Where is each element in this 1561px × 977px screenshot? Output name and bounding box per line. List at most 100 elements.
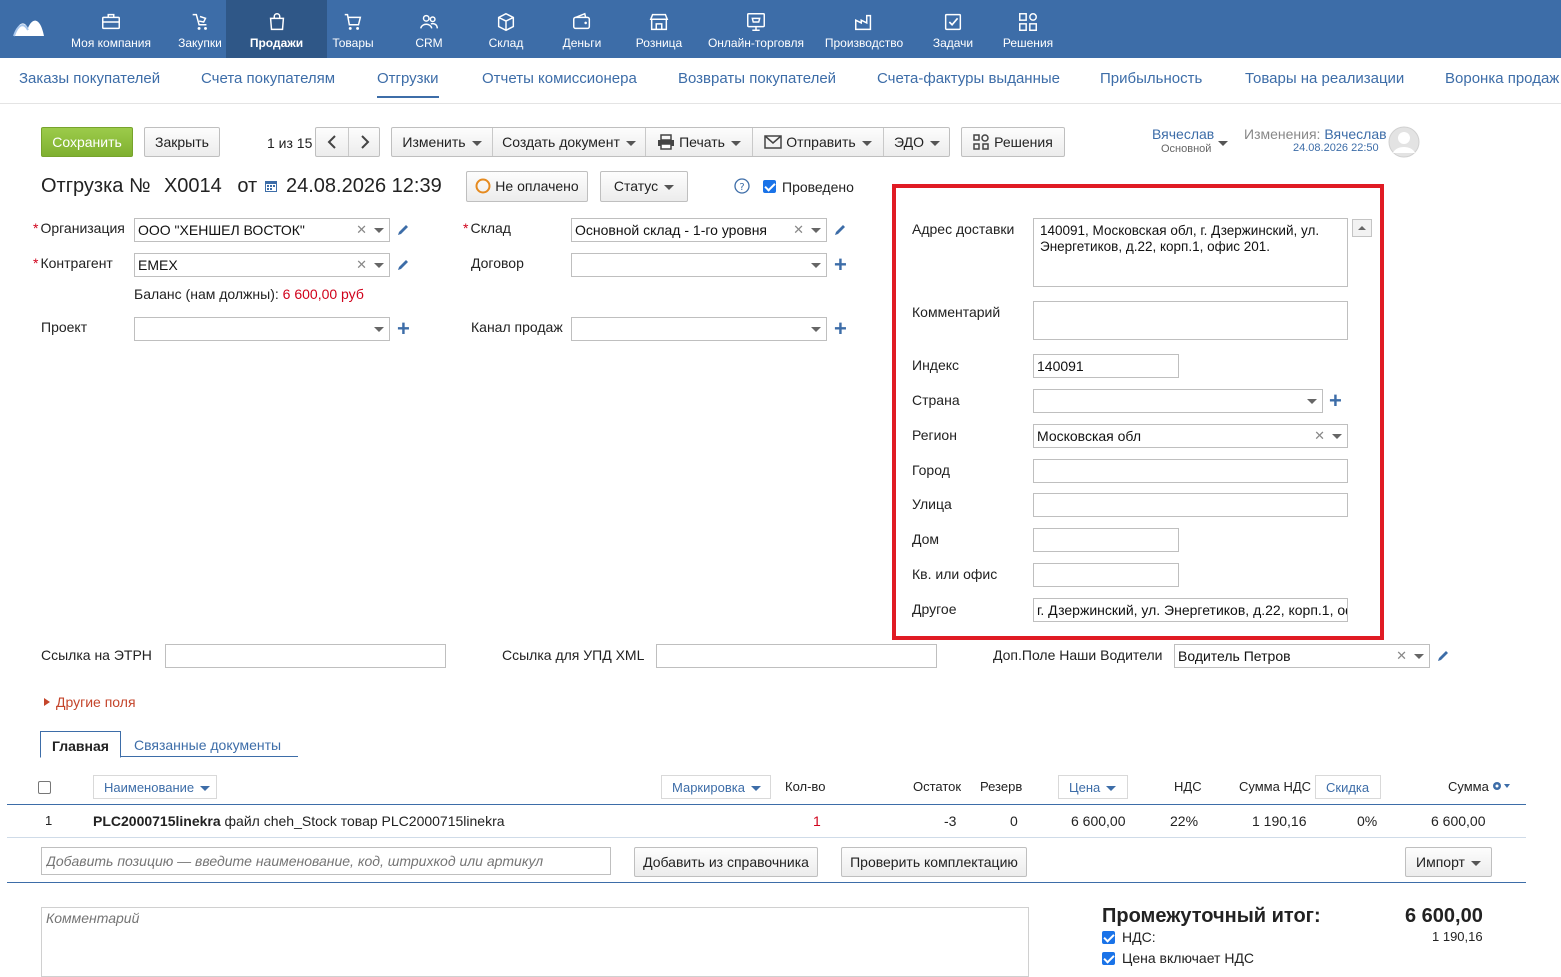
subnav-item-3[interactable]: Отгрузки	[377, 70, 439, 98]
nav-item-6[interactable]: Склад	[486, 0, 526, 58]
nav-item-12[interactable]: Решения	[1001, 0, 1055, 58]
send-button[interactable]: Отправить	[753, 128, 883, 156]
delivery-address-textarea[interactable]: 140091, Московская обл, г. Дзержинский, …	[1033, 218, 1348, 287]
column-name-header[interactable]: Наименование	[93, 775, 217, 799]
next-button[interactable]	[349, 128, 380, 156]
dropdown-icon[interactable]	[811, 327, 821, 332]
city-input[interactable]	[1033, 459, 1348, 483]
street-input[interactable]	[1033, 493, 1348, 517]
row-qty[interactable]: 1	[813, 813, 821, 829]
subnav-item-5[interactable]: Возвраты покупателей	[678, 70, 836, 87]
vat-checkbox[interactable]	[1102, 931, 1115, 944]
row-product-name[interactable]: PLC2000715linekra файл cheh_Stock товар …	[93, 813, 505, 829]
contract-select[interactable]	[571, 253, 827, 277]
project-select[interactable]	[134, 317, 390, 341]
doc-date[interactable]: 24.08.2026 12:39	[286, 175, 442, 198]
dropdown-icon[interactable]	[374, 228, 384, 233]
subnav-item-2[interactable]: Счета покупателям	[201, 70, 335, 87]
add-project-icon[interactable]: +	[397, 318, 410, 340]
nav-item-10[interactable]: Производство	[822, 0, 906, 58]
add-sales-channel-icon[interactable]: +	[834, 318, 847, 340]
clear-icon[interactable]: ✕	[1314, 425, 1325, 447]
warehouse-select[interactable]: Основной склад - 1-го уровня ✕	[571, 218, 827, 242]
create-document-button[interactable]: Создать документ	[493, 128, 645, 156]
dropdown-icon[interactable]	[1332, 434, 1342, 439]
pencil-icon[interactable]	[1436, 649, 1450, 663]
price-includes-vat-checkbox[interactable]	[1102, 952, 1115, 965]
subnav-item-1[interactable]: Заказы покупателей	[19, 70, 160, 87]
check-bundle-button[interactable]: Проверить комплектацию	[841, 847, 1027, 877]
nav-item-2[interactable]: Закупки	[176, 0, 224, 58]
row-vat[interactable]: 22%	[1170, 813, 1198, 829]
nav-item-4[interactable]: Товары	[330, 0, 376, 58]
subnav-item-7[interactable]: Прибыльность	[1100, 70, 1202, 87]
chevron-down-icon[interactable]	[1218, 141, 1228, 146]
doc-number[interactable]: X0014	[164, 175, 222, 197]
prev-button[interactable]	[316, 128, 348, 156]
status-button[interactable]: Статус	[600, 171, 688, 202]
subnav-item-4[interactable]: Отчеты комиссионера	[482, 70, 637, 87]
index-input[interactable]: 140091	[1033, 354, 1179, 378]
etrn-input[interactable]	[165, 644, 446, 668]
subnav-item-9[interactable]: Воронка продаж	[1445, 70, 1559, 87]
add-country-icon[interactable]: +	[1329, 390, 1342, 412]
column-discount-header[interactable]: Скидка	[1315, 775, 1381, 799]
add-from-catalog-button[interactable]: Добавить из справочника	[634, 847, 818, 877]
house-input[interactable]	[1033, 528, 1179, 552]
avatar[interactable]	[1388, 126, 1420, 158]
dropdown-icon[interactable]	[811, 263, 821, 268]
payment-status-button[interactable]: Не оплачено	[466, 171, 588, 202]
tab-main[interactable]: Главная	[40, 731, 121, 758]
counterparty-select[interactable]: EMEX ✕	[134, 253, 390, 277]
apartment-input[interactable]	[1033, 563, 1179, 587]
dropdown-icon[interactable]	[1307, 399, 1317, 404]
nav-item-1[interactable]: Моя компания	[70, 0, 152, 58]
print-button[interactable]: Печать	[646, 128, 752, 156]
import-button[interactable]: Импорт	[1405, 847, 1492, 877]
tab-related-documents[interactable]: Связанные документы	[134, 737, 281, 753]
select-all-checkbox[interactable]	[38, 781, 51, 794]
subnav-item-8[interactable]: Товары на реализации	[1245, 70, 1404, 87]
help-icon[interactable]: ?	[734, 178, 750, 194]
dropdown-icon[interactable]	[374, 263, 384, 268]
dropdown-icon[interactable]	[374, 327, 384, 332]
column-marking-header[interactable]: Маркировка	[661, 775, 771, 799]
collapse-button[interactable]	[1352, 219, 1372, 237]
clear-icon[interactable]: ✕	[793, 219, 804, 241]
edit-button[interactable]: Изменить	[392, 128, 492, 156]
region-select[interactable]: Московская обл ✕	[1033, 424, 1348, 448]
clear-icon[interactable]: ✕	[356, 254, 367, 276]
add-position-input[interactable]	[41, 847, 611, 875]
organization-select[interactable]: ООО "ХЕНШЕЛ ВОСТОК" ✕	[134, 218, 390, 242]
nav-item-5[interactable]: CRM	[405, 0, 453, 58]
nav-item-8[interactable]: Розница	[633, 0, 685, 58]
upd-input[interactable]	[656, 644, 937, 668]
close-button[interactable]: Закрыть	[144, 127, 220, 157]
clear-icon[interactable]: ✕	[1396, 645, 1407, 667]
drivers-select[interactable]: Водитель Петров ✕	[1174, 644, 1430, 668]
clear-icon[interactable]: ✕	[356, 219, 367, 241]
solutions-button[interactable]: Решения	[961, 127, 1065, 157]
delivery-comment-textarea[interactable]	[1033, 301, 1348, 340]
sales-channel-select[interactable]	[571, 317, 827, 341]
edo-button[interactable]: ЭДО	[884, 128, 950, 156]
column-price-header[interactable]: Цена	[1058, 775, 1128, 799]
nav-item-9[interactable]: Онлайн-торговля	[705, 0, 807, 58]
row-discount[interactable]: 0%	[1357, 813, 1377, 829]
subnav-item-6[interactable]: Счета-фактуры выданные	[877, 70, 1060, 87]
posted-checkbox[interactable]	[763, 180, 776, 193]
dropdown-icon[interactable]	[1414, 654, 1424, 659]
dropdown-icon[interactable]	[811, 228, 821, 233]
add-contract-icon[interactable]: +	[834, 254, 847, 276]
other-input[interactable]: г. Дзержинский, ул. Энергетиков, д.22, к…	[1033, 598, 1348, 622]
pencil-icon[interactable]	[396, 223, 410, 237]
pencil-icon[interactable]	[833, 223, 847, 237]
nav-item-11[interactable]: Задачи	[931, 0, 975, 58]
logo-icon[interactable]	[12, 14, 46, 38]
other-fields-toggle[interactable]: Другие поля	[42, 694, 136, 710]
nav-item-7[interactable]: Деньги	[560, 0, 604, 58]
settings-gear-icon[interactable]	[1491, 779, 1513, 793]
changes-user[interactable]: Вячеслав	[1324, 126, 1386, 142]
user-name[interactable]: Вячеслав	[1152, 126, 1214, 142]
pencil-icon[interactable]	[396, 258, 410, 272]
